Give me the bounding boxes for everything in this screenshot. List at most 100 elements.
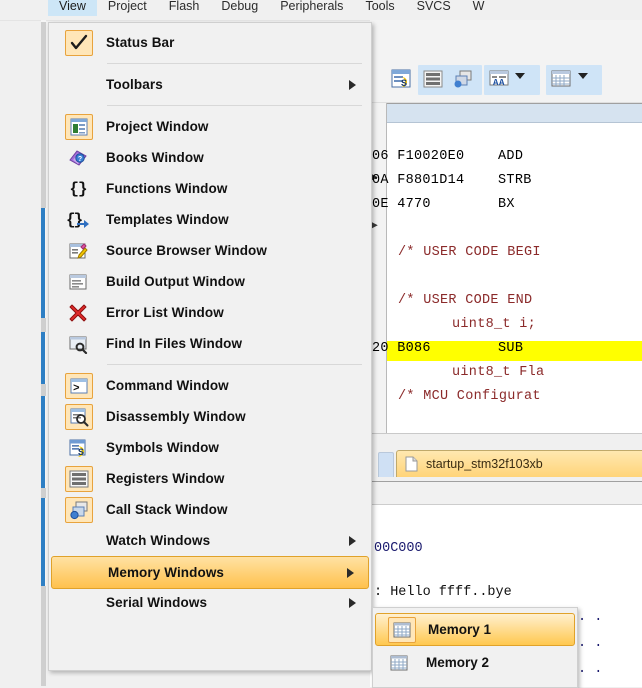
menubar-item-debug[interactable]: Debug: [210, 0, 269, 16]
memory-submenu-item-label: Memory 2: [426, 655, 490, 670]
view-menu-item-label: Templates Window: [106, 212, 229, 227]
svg-text:S: S: [401, 79, 407, 90]
view-menu-item-label: Toolbars: [106, 77, 163, 92]
editor-tab-startup-file[interactable]: startup_stm32f103xb: [396, 450, 642, 477]
dock-divider-grey-3: [41, 384, 46, 396]
svg-text:A: A: [499, 78, 505, 88]
menu-bar: View Project Flash Debug Peripherals Tools SVC…: [0, 0, 642, 21]
view-dropdown-menu[interactable]: Status Bar Toolbars Project Window ? Books W…: [48, 22, 372, 671]
view-menu-item-find-in-files-window[interactable]: Find In Files Window: [50, 328, 370, 359]
view-menu-item-project-window[interactable]: Project Window: [50, 111, 370, 142]
view-menu-separator: [107, 364, 362, 365]
memory-grid-icon: [388, 616, 416, 643]
memory-submenu-item-label: Memory 1: [428, 622, 492, 637]
memory-dots-row-2: . .: [578, 636, 603, 651]
view-menu-item-books-window[interactable]: ? Books Window: [50, 142, 370, 173]
source-browser-icon: [65, 239, 91, 263]
find-in-files-icon: [65, 332, 91, 356]
dock-divider-grey-2: [41, 318, 46, 332]
dock-divider-blue-3: [41, 396, 45, 488]
view-menu-item-label: Registers Window: [106, 471, 225, 486]
view-menu-item-label: Command Window: [106, 378, 229, 393]
menubar-item-tools[interactable]: Tools: [354, 0, 405, 16]
call-stack-icon: [65, 496, 93, 523]
view-menu-item-label: Serial Windows: [106, 595, 208, 610]
templates-icon: {}: [65, 208, 91, 232]
call-stack-window-toolbar-icon[interactable]: [452, 68, 474, 90]
view-menu-item-functions-window[interactable]: {} Functions Window: [50, 173, 370, 204]
dock-divider-grey-4: [41, 488, 46, 498]
window-toolbar: S A A: [370, 62, 642, 103]
file-icon: [405, 456, 418, 472]
memory-submenu-item-memory-1[interactable]: Memory 1: [375, 613, 575, 646]
disassembly-line: 20 B086 SUB: [372, 341, 524, 356]
watch-window-toolbar-icon[interactable]: A A: [488, 68, 510, 90]
registers-window-toolbar-icon[interactable]: [422, 68, 444, 90]
menubar-item-peripherals[interactable]: Peripherals: [269, 0, 354, 16]
memory-windows-submenu[interactable]: Memory 1 Memory 2: [372, 607, 578, 688]
submenu-arrow-icon: [349, 79, 356, 90]
view-menu-item-command-window[interactable]: > Command Window: [50, 370, 370, 401]
dock-divider-blue-2: [41, 332, 45, 384]
view-menu-item-build-output-window[interactable]: Build Output Window: [50, 266, 370, 297]
memory-window-toolbar: [370, 482, 642, 505]
view-menu-item-label: Memory Windows: [108, 565, 225, 580]
view-menu-item-memory-windows[interactable]: Memory Windows: [51, 556, 369, 589]
svg-text:>: >: [73, 383, 80, 395]
symbols-window-toolbar-icon[interactable]: S: [390, 68, 412, 90]
disassembly-line: 0E 4770 BX: [372, 197, 515, 212]
books-window-icon: ?: [65, 146, 91, 170]
memory-dropdown-chevron-icon[interactable]: [578, 73, 588, 80]
memory-grid-icon: [386, 651, 412, 675]
memory-window-toolbar-icon[interactable]: [550, 68, 572, 90]
watch-dropdown-chevron-icon[interactable]: [515, 73, 525, 80]
disassembly-line: /* USER CODE BEGI: [398, 245, 541, 260]
menubar-item-project[interactable]: Project: [97, 0, 158, 16]
view-menu-item-label: Disassembly Window: [106, 409, 246, 424]
view-menu-item-toolbars[interactable]: Toolbars: [50, 69, 370, 100]
dock-divider-blue-4: [41, 498, 45, 586]
view-menu-item-watch-windows[interactable]: Watch Windows: [50, 525, 370, 556]
view-menu-item-label: Call Stack Window: [106, 502, 228, 517]
view-menu-item-registers-window[interactable]: Registers Window: [50, 463, 370, 494]
menubar-item-flash[interactable]: Flash: [158, 0, 211, 16]
view-menu-item-call-stack-window[interactable]: Call Stack Window: [50, 494, 370, 525]
disassembly-line: uint8_t Fla: [452, 365, 545, 380]
debug-toolbar: [370, 20, 642, 63]
view-menu-item-error-list-window[interactable]: Error List Window: [50, 297, 370, 328]
disassembly-icon: [65, 403, 93, 430]
disassembly-line: /* MCU Configurat: [398, 389, 541, 404]
view-menu-item-label: Functions Window: [106, 181, 228, 196]
view-menu-item-serial-windows[interactable]: Serial Windows: [50, 587, 370, 618]
menubar-item-svcs[interactable]: SVCS: [406, 0, 462, 16]
view-menu-item-label: Project Window: [106, 119, 209, 134]
disassembly-line: /* USER CODE END: [398, 293, 533, 308]
dock-divider-grey-5: [41, 586, 46, 686]
view-menu-item-label: Source Browser Window: [106, 243, 268, 258]
checkmark-icon: [65, 29, 93, 56]
disassembly-line: 0A F8801D14 STRB: [372, 173, 532, 188]
view-menu-item-label: Symbols Window: [106, 440, 220, 455]
symbols-icon: S: [65, 436, 91, 460]
submenu-arrow-icon: [349, 597, 356, 608]
view-menu-item-label: Watch Windows: [106, 533, 211, 548]
view-menu-item-label: Status Bar: [106, 35, 175, 50]
error-x-icon: [65, 301, 91, 325]
command-prompt-icon: >: [65, 372, 93, 399]
submenu-arrow-icon: [347, 567, 354, 578]
tab-stub-previous[interactable]: [378, 452, 394, 477]
dock-divider-blue-1: [41, 208, 45, 318]
memory-data-row: : Hello ffff..bye: [374, 585, 520, 600]
view-menu-separator: [107, 105, 362, 106]
view-menu-item-templates-window[interactable]: {} Templates Window: [50, 204, 370, 235]
view-menu-item-source-browser-window[interactable]: Source Browser Window: [50, 235, 370, 266]
view-menu-item-status-bar[interactable]: Status Bar: [50, 27, 370, 58]
disassembly-line: uint8_t i;: [452, 317, 537, 332]
build-output-icon: [65, 270, 91, 294]
view-menu-item-disassembly-window[interactable]: Disassembly Window: [50, 401, 370, 432]
menubar-item-w[interactable]: W: [462, 0, 496, 16]
editor-tab-label: startup_stm32f103xb: [426, 457, 543, 471]
memory-submenu-item-memory-2[interactable]: Memory 2: [374, 647, 576, 678]
menubar-item-view[interactable]: View: [48, 0, 97, 16]
view-menu-item-symbols-window[interactable]: S Symbols Window: [50, 432, 370, 463]
